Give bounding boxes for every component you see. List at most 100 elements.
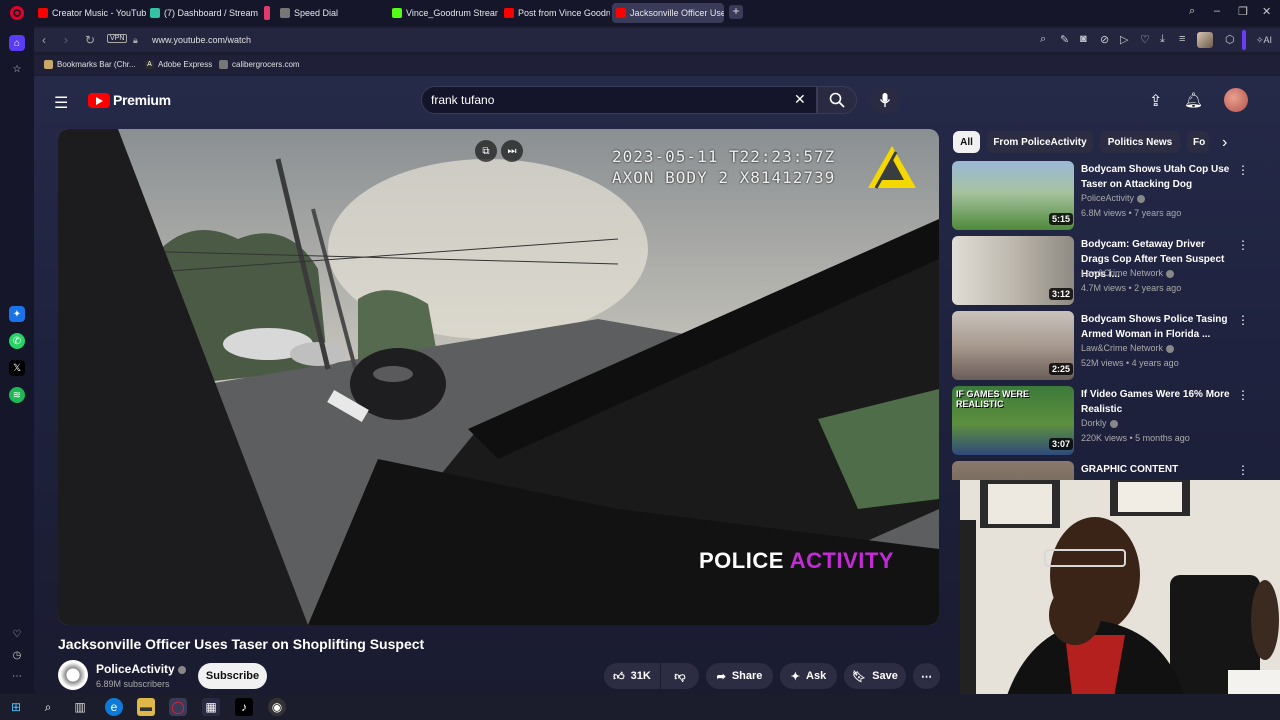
reload-icon[interactable]: ↻: [85, 33, 95, 47]
kebab-menu-icon[interactable]: ⋮: [1237, 313, 1249, 327]
chip-politics-news[interactable]: Politics News: [1100, 131, 1180, 153]
channel-avatar[interactable]: [58, 660, 88, 690]
tab-search-icon[interactable]: ⌕: [1189, 5, 1195, 18]
whatsapp-icon[interactable]: ✆: [9, 333, 25, 349]
star-icon[interactable]: ☆: [9, 61, 25, 77]
edge-browser-icon[interactable]: e: [105, 698, 123, 716]
messenger-icon[interactable]: ✦: [9, 306, 25, 322]
menu-lines-icon[interactable]: ≡: [1179, 33, 1185, 45]
clear-search-icon[interactable]: ✕: [794, 91, 806, 108]
more-actions-button[interactable]: ⋯: [913, 663, 940, 689]
profile-avatar[interactable]: [1197, 32, 1213, 48]
home-icon[interactable]: ⌂: [9, 35, 25, 51]
tab-creator-music[interactable]: Creator Music - YouTube: [34, 3, 146, 23]
obs-icon[interactable]: ◉: [268, 698, 286, 716]
edit-icon[interactable]: ✎: [1060, 33, 1069, 46]
rec-title[interactable]: Bodycam Shows Utah Cop Use Taser on Atta…: [1081, 162, 1231, 192]
search-input[interactable]: frank tufano: [431, 93, 494, 107]
dislike-button[interactable]: 👎︎: [661, 663, 699, 689]
search-taskbar-icon[interactable]: ⌕: [39, 698, 57, 716]
notifications-bell-icon[interactable]: 🔔︎: [1184, 91, 1203, 109]
search-page-icon[interactable]: ⌕: [1040, 33, 1046, 46]
axon-logo-icon: [868, 146, 916, 189]
rec-title[interactable]: GRAPHIC CONTENT WARNING:: [1081, 462, 1231, 480]
tab-current-video[interactable]: Jacksonville Officer Uses T: [612, 3, 724, 23]
recommendation-item[interactable]: 2:25 Bodycam Shows Police Tasing Armed W…: [952, 311, 1252, 381]
pinned-tab-icon[interactable]: [264, 6, 270, 20]
skip-icon[interactable]: ⏭︎: [501, 140, 523, 162]
spotify-icon[interactable]: ≋: [9, 387, 25, 403]
chip-truncated[interactable]: Fo: [1187, 131, 1209, 153]
rec-meta: 52M views • 4 years ago: [1081, 358, 1179, 368]
like-button[interactable]: 👍︎ 31K: [604, 663, 660, 689]
rec-channel[interactable]: Dorkly: [1081, 418, 1118, 428]
ask-button[interactable]: ✦ Ask: [780, 663, 837, 689]
bookmark-caliber[interactable]: calibergrocers.com: [219, 60, 300, 69]
chip-all[interactable]: All: [953, 131, 980, 153]
hamburger-menu-icon[interactable]: ☰: [54, 93, 68, 113]
close-window-icon[interactable]: ✕: [1262, 5, 1271, 18]
voice-search-button[interactable]: [870, 86, 900, 114]
camera-icon[interactable]: ◙: [1080, 33, 1087, 45]
share-button[interactable]: ➦ Share: [706, 663, 773, 689]
adblock-icon[interactable]: ⊘: [1100, 33, 1109, 46]
lock-icon[interactable]: 🔒︎: [133, 35, 138, 46]
bookmark-adobe[interactable]: A Adobe Express: [145, 60, 212, 69]
x-twitter-icon[interactable]: 𝕏: [9, 360, 25, 376]
tab-post[interactable]: Post from Vince Goodrum: [500, 3, 610, 23]
recommendation-item[interactable]: GRAPHIC CONTENT WARNING: ⋮: [952, 461, 1252, 480]
rec-channel[interactable]: PoliceActivity: [1081, 193, 1146, 203]
youtube-logo[interactable]: Premium: [88, 92, 171, 108]
file-explorer-icon[interactable]: ▬: [137, 698, 155, 716]
miniplayer-icon[interactable]: ⧉: [475, 140, 497, 162]
tiktok-icon[interactable]: ♪: [235, 698, 253, 716]
heart-icon[interactable]: ♡: [9, 626, 25, 642]
back-icon[interactable]: ‹: [42, 33, 46, 47]
recommendation-item[interactable]: IF GAMES WERE REALISTIC 3:07 If Video Ga…: [952, 386, 1252, 456]
new-tab-plus-icon[interactable]: +: [729, 5, 743, 19]
rec-meta: 6.8M views • 7 years ago: [1081, 208, 1182, 218]
rec-title[interactable]: Bodycam Shows Police Tasing Armed Woman …: [1081, 312, 1231, 342]
history-icon[interactable]: ◷: [9, 647, 25, 663]
vpn-badge[interactable]: VPN: [107, 34, 128, 43]
opera-logo-icon[interactable]: [10, 6, 24, 20]
url-field[interactable]: www.youtube.com/watch: [152, 35, 251, 45]
account-avatar[interactable]: [1224, 88, 1248, 112]
maximize-icon[interactable]: ❐: [1238, 5, 1248, 18]
kebab-menu-icon[interactable]: ⋮: [1237, 463, 1249, 477]
tab-speed-dial[interactable]: Speed Dial: [276, 3, 388, 23]
recommendation-item[interactable]: 3:12 Bodycam: Getaway Driver Drags Cop A…: [952, 236, 1252, 306]
thumbs-up-icon: 👍︎: [613, 670, 625, 683]
recommendation-item[interactable]: 5:15 Bodycam Shows Utah Cop Use Taser on…: [952, 161, 1252, 231]
chip-from-policeactivity[interactable]: From PoliceActivity: [987, 131, 1093, 153]
task-view-icon[interactable]: ▥: [71, 698, 89, 716]
opera-taskbar-icon[interactable]: ◯: [169, 698, 187, 716]
upload-icon[interactable]: ⇪: [1149, 91, 1162, 111]
extensions-icon[interactable]: ⬡: [1225, 33, 1235, 46]
heart-toolbar-icon[interactable]: ♡: [1140, 33, 1150, 46]
kebab-menu-icon[interactable]: ⋮: [1237, 238, 1249, 252]
download-icon[interactable]: ⤓: [1160, 33, 1165, 46]
kebab-menu-icon[interactable]: ⋮: [1237, 163, 1249, 177]
windows-start-icon[interactable]: ⊞: [7, 698, 25, 716]
more-icon[interactable]: ⋯: [9, 668, 25, 684]
save-button[interactable]: 🔖︎ Save: [844, 663, 906, 689]
search-button[interactable]: [817, 86, 857, 114]
video-thumbnail[interactable]: [952, 461, 1074, 480]
rec-title[interactable]: If Video Games Were 16% More Realistic: [1081, 387, 1231, 417]
duration-badge: 3:12: [1049, 288, 1074, 300]
channel-name[interactable]: PoliceActivity: [96, 662, 186, 676]
tab-streamlabs[interactable]: (7) Dashboard / Streamlab: [146, 3, 258, 23]
rec-channel[interactable]: Law&Crime Network: [1081, 343, 1175, 353]
minimize-icon[interactable]: –: [1214, 5, 1220, 17]
rec-channel[interactable]: Law&Crime Network: [1081, 268, 1175, 278]
kebab-menu-icon[interactable]: ⋮: [1237, 388, 1249, 402]
store-icon[interactable]: ▦: [202, 698, 220, 716]
play-icon[interactable]: ▷: [1120, 33, 1128, 46]
forward-icon[interactable]: ›: [64, 33, 68, 47]
chevron-right-icon[interactable]: ›: [1222, 134, 1227, 152]
tab-kick-stream[interactable]: Vince_Goodrum Stream -: [388, 3, 498, 23]
bookmark-folder[interactable]: Bookmarks Bar (Chr...: [44, 60, 136, 69]
aria-ai-button[interactable]: ✧AI: [1256, 35, 1272, 46]
subscribe-button[interactable]: Subscribe: [198, 663, 267, 689]
